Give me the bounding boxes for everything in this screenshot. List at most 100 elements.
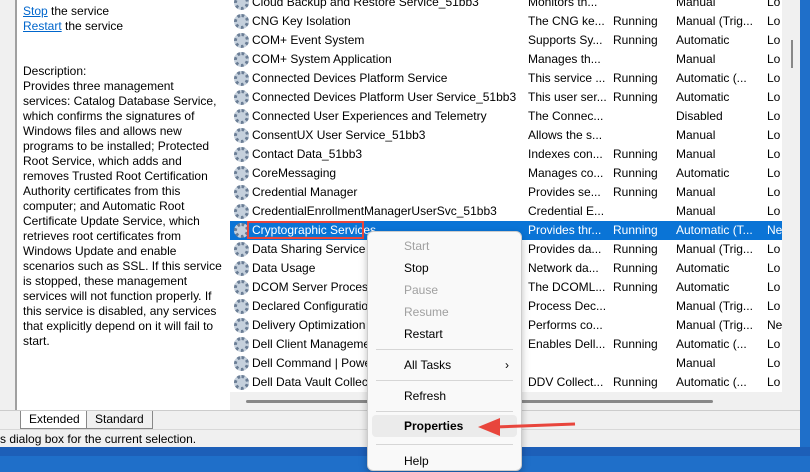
service-status: Running: [613, 280, 658, 294]
menu-item-start: Start: [404, 239, 430, 253]
service-row[interactable]: COM+ Event System Supports Sy... Running Au…: [230, 31, 782, 50]
service-status: Running: [613, 375, 658, 389]
service-startup: Manual: [676, 128, 716, 142]
service-name: Cloud Backup and Restore Service_51bb3: [252, 0, 479, 9]
service-startup: Manual: [676, 147, 716, 161]
service-desc: Network da...: [528, 261, 599, 275]
restart-service-link[interactable]: Restart: [23, 19, 62, 33]
service-gear-icon: [234, 280, 249, 295]
service-desc: This user ser...: [528, 90, 607, 104]
service-startup: Manual: [676, 356, 716, 370]
service-status: Running: [613, 166, 658, 180]
service-logon: Lo: [767, 299, 781, 313]
service-row[interactable]: CNG Key Isolation The CNG ke... Running Man…: [230, 12, 782, 31]
service-gear-icon: [234, 109, 249, 124]
vertical-scrollbar[interactable]: [782, 0, 800, 410]
service-logon: Ne: [767, 223, 782, 237]
service-name: Credential Manager: [252, 185, 358, 199]
service-row[interactable]: Credential Manager Provides se... Running M…: [230, 183, 782, 202]
service-gear-icon: [234, 147, 249, 162]
red-arrow-icon: [478, 418, 576, 436]
service-logon: Lo: [767, 166, 781, 180]
service-startup: Automatic: [676, 280, 730, 294]
service-startup: Manual (Trig...: [676, 242, 753, 256]
service-row[interactable]: Cloud Backup and Restore Service_51bb3 Mo…: [230, 0, 782, 12]
service-gear-icon: [234, 14, 249, 29]
service-startup: Disabled: [676, 109, 723, 123]
service-logon: Lo: [767, 337, 781, 351]
service-status: Running: [613, 71, 658, 85]
tab-standard[interactable]: Standard: [86, 411, 153, 429]
service-desc: Manages th...: [528, 52, 601, 66]
service-name: Connected User Experiences and Telemetry: [252, 109, 487, 123]
service-row[interactable]: Connected Devices Platform User Service_…: [230, 88, 782, 107]
service-desc: Enables Dell...: [528, 337, 606, 351]
service-row[interactable]: CoreMessaging Manages co... Running Automat…: [230, 164, 782, 183]
service-row[interactable]: Connected Devices Platform Service This s…: [230, 69, 782, 88]
service-startup: Manual: [676, 204, 716, 218]
service-row[interactable]: Connected User Experiences and Telemetry…: [230, 107, 782, 126]
service-gear-icon: [234, 166, 249, 181]
service-desc: Supports Sy...: [528, 33, 603, 47]
menu-separator: [376, 444, 513, 445]
service-gear-icon: [234, 356, 249, 371]
menu-item-stop[interactable]: Stop: [372, 257, 517, 279]
service-logon: Ne: [767, 318, 782, 332]
menu-item-help[interactable]: Help: [372, 450, 517, 472]
service-logon: Lo: [767, 356, 781, 370]
service-gear-icon: [234, 128, 249, 143]
service-gear-icon: [234, 0, 249, 10]
service-logon: Lo: [767, 14, 781, 28]
service-gear-icon: [234, 71, 249, 86]
service-gear-icon: [234, 242, 249, 257]
service-status: Running: [613, 14, 658, 28]
restart-suffix: the service: [61, 19, 124, 33]
service-desc: Performs co...: [528, 318, 603, 332]
service-logon: Lo: [767, 261, 781, 275]
service-gear-icon: [234, 337, 249, 352]
extended-description-panel: Stop the service Restart the service Des…: [15, 0, 230, 410]
service-desc: DDV Collect...: [528, 375, 604, 389]
service-name: Connected Devices Platform Service: [252, 71, 448, 85]
menu-item-restart[interactable]: Restart: [372, 323, 517, 345]
service-logon: Lo: [767, 204, 781, 218]
service-logon: Lo: [767, 128, 781, 142]
service-startup: Manual: [676, 0, 716, 9]
description-text: Provides three management services: Cata…: [23, 79, 222, 348]
service-logon: Lo: [767, 280, 781, 294]
stop-service-link[interactable]: Stop: [23, 4, 48, 18]
service-name: COM+ System Application: [252, 52, 392, 66]
service-logon: Lo: [767, 185, 781, 199]
service-gear-icon: [234, 204, 249, 219]
service-row[interactable]: Contact Data_51bb3 Indexes con... Running M…: [230, 145, 782, 164]
service-logon: Lo: [767, 52, 781, 66]
service-startup: Automatic: [676, 90, 730, 104]
menu-item-pause: Pause: [404, 283, 439, 297]
service-row[interactable]: CredentialEnrollmentManagerUserSvc_51bb3…: [230, 202, 782, 221]
service-status: Running: [613, 33, 658, 47]
service-gear-icon: [234, 261, 249, 276]
service-desc: Monitors th...: [528, 0, 598, 9]
service-startup: Manual (Trig...: [676, 14, 753, 28]
service-gear-icon: [234, 185, 249, 200]
vertical-scroll-thumb[interactable]: [791, 40, 793, 68]
menu-item-all-tasks[interactable]: All Tasks ›: [372, 354, 517, 376]
service-logon: Lo: [767, 90, 781, 104]
menu-separator: [376, 411, 513, 412]
service-startup: Manual: [676, 52, 716, 66]
service-gear-icon: [234, 33, 249, 48]
service-status: Running: [613, 90, 658, 104]
service-name: Connected Devices Platform User Service_…: [252, 90, 517, 104]
service-logon: Lo: [767, 109, 781, 123]
service-logon: Lo: [767, 242, 781, 256]
tab-extended[interactable]: Extended: [20, 411, 89, 429]
service-desc: This service ...: [528, 71, 606, 85]
menu-item-refresh[interactable]: Refresh: [372, 385, 517, 407]
service-row[interactable]: ConsentUX User Service_51bb3 Allows the s…: [230, 126, 782, 145]
service-row[interactable]: COM+ System Application Manages th... Manu…: [230, 50, 782, 69]
service-gear-icon: [234, 299, 249, 314]
service-desc: The DCOML...: [528, 280, 606, 294]
service-gear-icon: [234, 318, 249, 333]
service-status: Running: [613, 337, 658, 351]
service-logon: Lo: [767, 33, 781, 47]
